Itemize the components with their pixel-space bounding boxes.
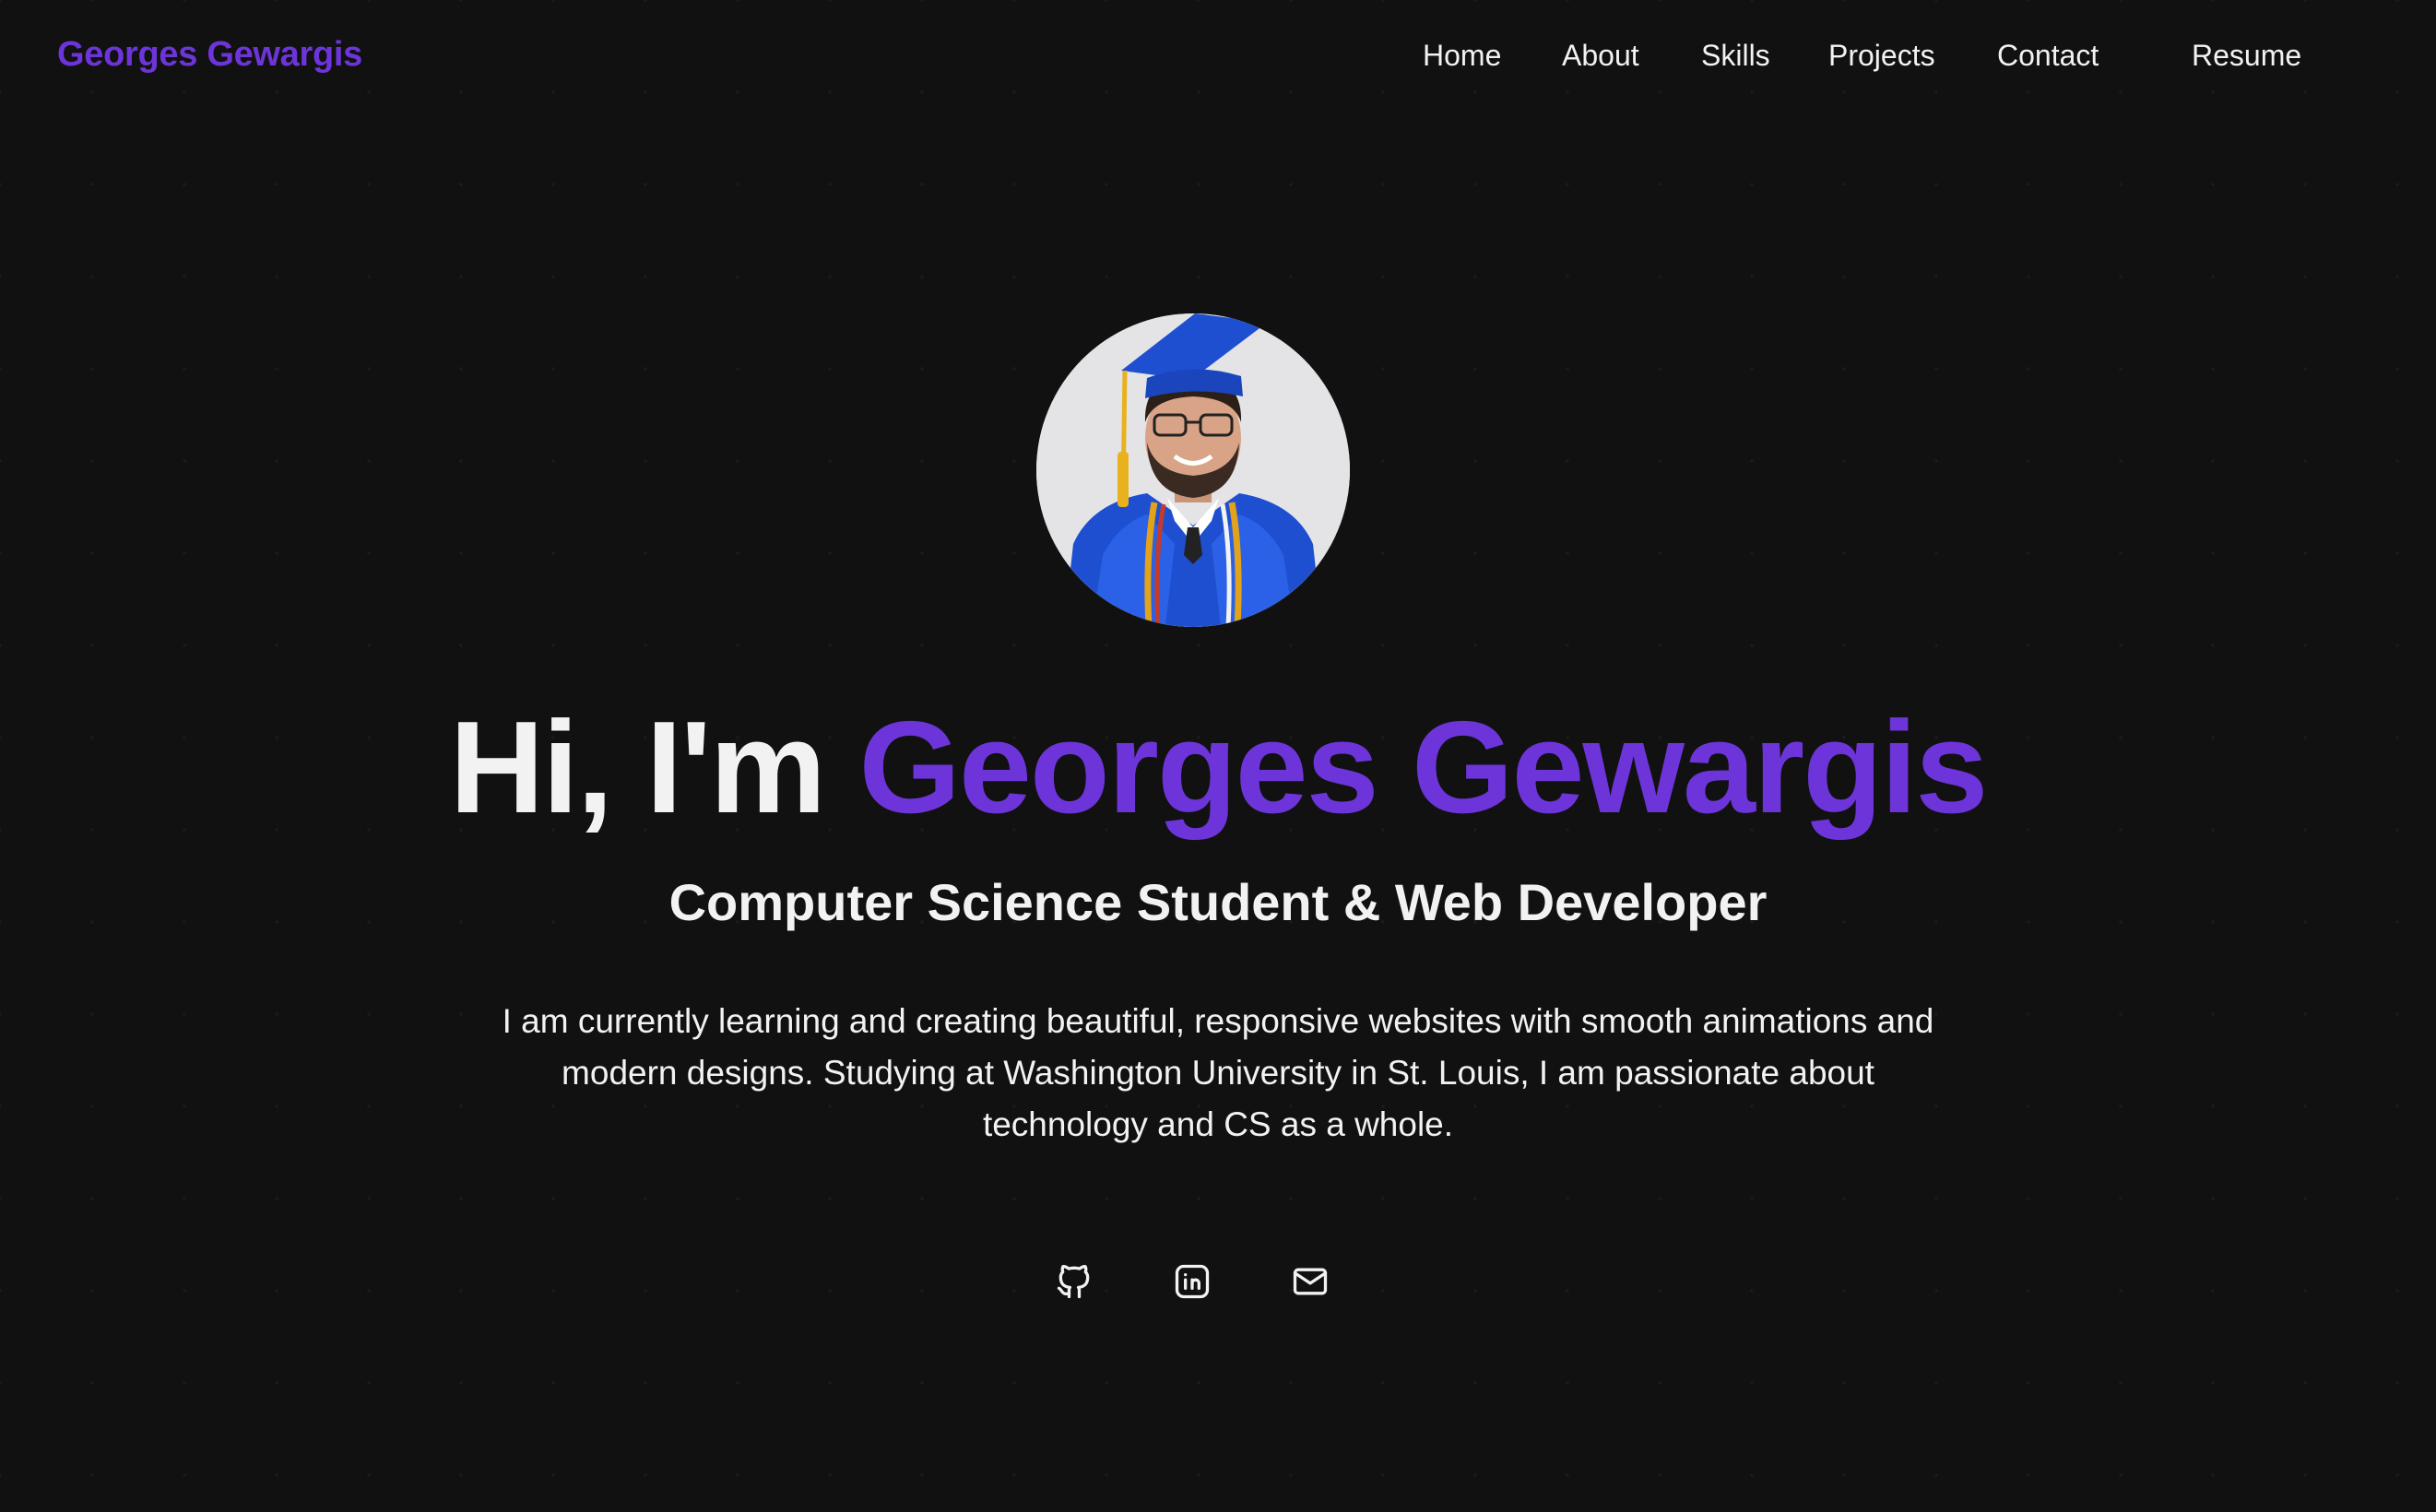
mail-link[interactable] [1284,1256,1336,1307]
github-icon [1057,1264,1090,1299]
hero-name: Georges Gewargis [858,694,1989,841]
hero-headline: Hi, I'm Georges Gewargis [0,690,2436,846]
nav-link-skills[interactable]: Skills [1701,39,1770,73]
hero-bio: I am currently learning and creating bea… [502,1002,1934,1143]
profile-photo [1036,313,1350,627]
nav-links: Home About Skills Projects Contact Resum… [0,39,2436,79]
linkedin-link[interactable] [1166,1256,1218,1307]
nav-link-resume[interactable]: Resume [2192,39,2301,73]
social-links [0,1256,2436,1307]
linkedin-icon [1175,1264,1210,1299]
nav-link-about[interactable]: About [1562,39,1639,73]
nav-link-home[interactable]: Home [1423,39,1501,73]
page: Georges Gewargis Home About Skills Proje… [0,0,2436,1512]
mail-icon [1293,1268,1328,1295]
nav-link-projects[interactable]: Projects [1828,39,1935,73]
github-link[interactable] [1048,1256,1100,1307]
navbar: Georges Gewargis Home About Skills Proje… [0,0,2436,116]
profile-photo-illustration [1036,313,1350,627]
hero-greeting: Hi, I'm [449,694,859,841]
nav-link-contact[interactable]: Contact [1997,39,2099,73]
hero-subtitle: Computer Science Student & Web Developer [668,873,1768,931]
